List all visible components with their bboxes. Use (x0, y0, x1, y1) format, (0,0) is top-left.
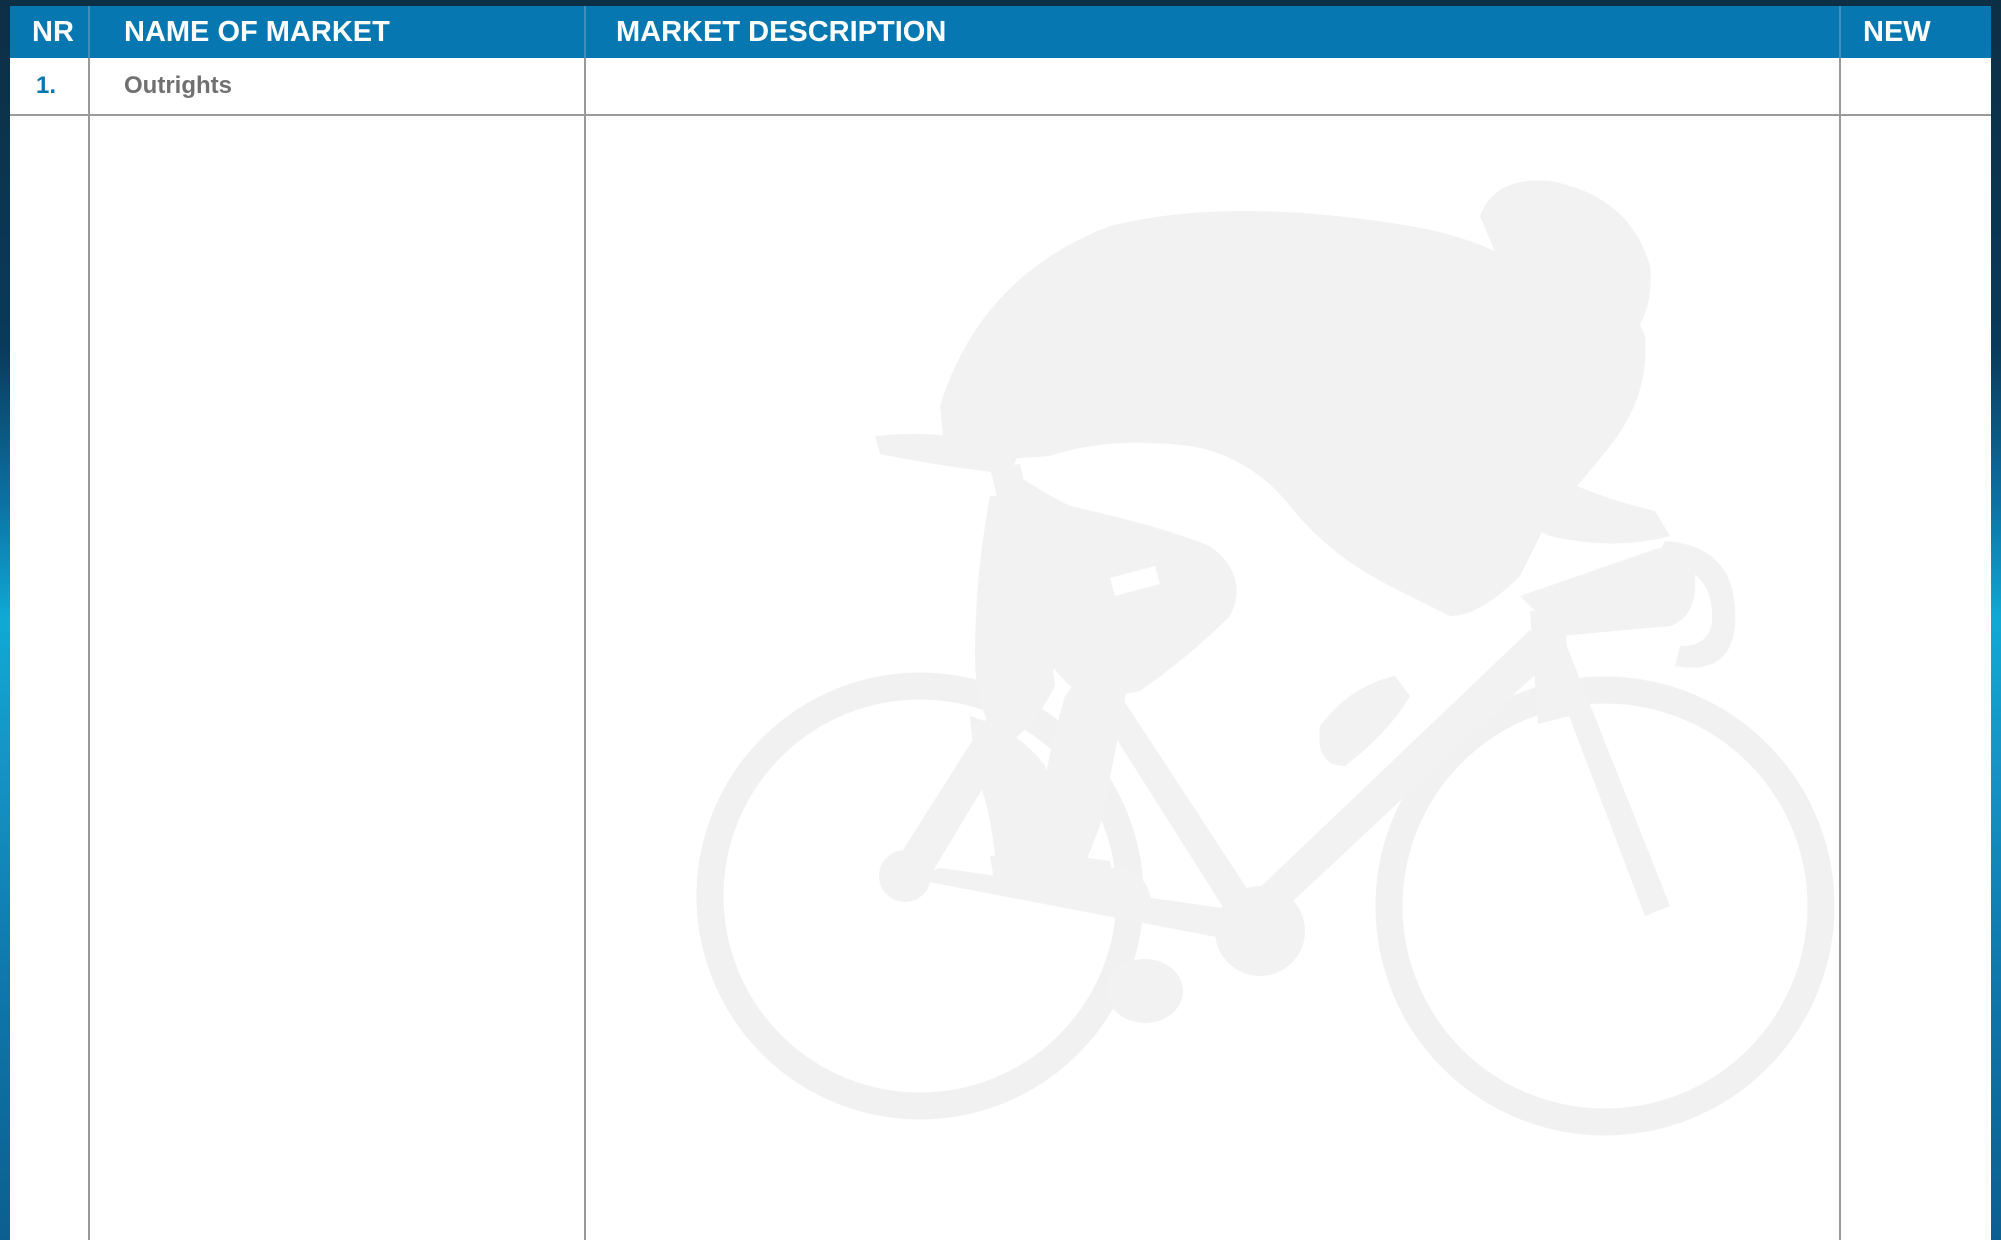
market-name: Outrights (124, 72, 232, 99)
header-divider (584, 6, 586, 58)
header-divider (88, 6, 90, 58)
column-divider (88, 6, 90, 1240)
column-header-nr: NR (32, 16, 74, 48)
column-header-name-of-market: NAME OF MARKET (124, 16, 390, 48)
header-divider (1839, 6, 1841, 58)
table-header: NR NAME OF MARKET MARKET DESCRIPTION NEW (10, 6, 1991, 58)
column-header-market-description: MARKET DESCRIPTION (616, 16, 947, 48)
cyclist-silhouette-icon (696, 180, 1835, 1136)
table-row: 1. Outrights (10, 58, 1991, 116)
column-divider (1839, 6, 1841, 1240)
row-number: 1. (36, 72, 57, 99)
column-header-new: NEW (1863, 16, 1931, 48)
market-table-page: NR NAME OF MARKET MARKET DESCRIPTION NEW… (10, 6, 1991, 1240)
column-divider (584, 6, 586, 1240)
